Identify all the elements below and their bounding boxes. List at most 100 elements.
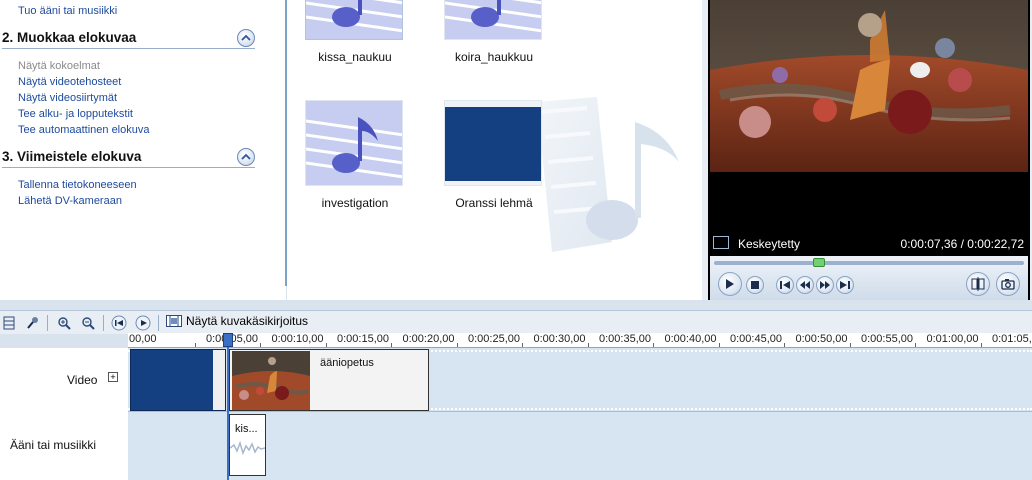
- seek-thumb[interactable]: [813, 258, 826, 267]
- storyboard-view-icon[interactable]: [0, 314, 18, 332]
- video-filmstrip-thumbnail: [444, 100, 542, 186]
- video-preview-frame[interactable]: [710, 0, 1028, 172]
- narrate-microphone-icon[interactable]: [24, 314, 42, 332]
- playhead-handle[interactable]: [223, 333, 233, 347]
- ruler-tick-label: 0:00:15,00: [337, 333, 389, 345]
- next-frame-end-button[interactable]: [836, 276, 854, 294]
- ruler-tick: [456, 343, 458, 347]
- ruler-tick-label: 0:00:40,00: [664, 333, 717, 345]
- ruler-tick: [325, 343, 327, 347]
- ruler-tick: [653, 343, 654, 347]
- expand-video-track-icon[interactable]: +: [108, 372, 118, 382]
- track-labels: Video + Ääni tai musiikki: [0, 348, 128, 480]
- import-audio-link[interactable]: Tuo ääni tai musiikki: [18, 5, 117, 17]
- toolbar-separator: [47, 315, 48, 331]
- section-finish-movie-title[interactable]: 3. Viimeistele elokuva: [2, 149, 141, 164]
- ruler-tick: [391, 343, 392, 347]
- video-track-label: Video: [67, 373, 98, 387]
- rewind-timeline-icon[interactable]: [110, 314, 128, 332]
- audio-clip-name: kis...: [235, 423, 258, 435]
- ruler-tick-label: 00,00: [129, 333, 157, 345]
- ruler-tick: [587, 343, 589, 347]
- collection-pane: kissa_naukuu koira_haukkuu investigation: [287, 0, 702, 300]
- preview-monitor: Keskeytetty 0:00:07,36 / 0:00:22,72: [702, 0, 1032, 300]
- timeline-toolbar: Näytä kuvakäsikirjoitus: [0, 310, 1032, 334]
- ruler-tick-label: 0:01:05,00: [992, 333, 1032, 345]
- take-picture-button[interactable]: [996, 272, 1020, 296]
- save-to-computer-link[interactable]: Tallenna tietokoneeseen: [18, 179, 137, 191]
- tasks-pane: Tuo ääni tai musiikki 2. Muokkaa elokuva…: [0, 0, 286, 300]
- toolbar-separator: [103, 315, 104, 331]
- ruler-tick: [194, 343, 196, 347]
- ruler-tick-label: 0:00:45,00: [730, 333, 782, 345]
- timeline-playhead: [227, 333, 229, 480]
- ruler-tick: [260, 343, 261, 347]
- video-track[interactable]: ääniopetus: [128, 348, 1032, 412]
- ruler-tick: [718, 343, 720, 347]
- ruler-tick: [980, 343, 982, 347]
- section-divider: [2, 48, 255, 49]
- music-note-watermark-icon: [537, 97, 679, 252]
- ruler-tick-label: 0:00:35,00: [599, 333, 651, 345]
- collapse-finish-section-icon[interactable]: [237, 148, 255, 166]
- video-clip-name: ääniopetus: [320, 357, 374, 369]
- section-divider: [2, 167, 255, 168]
- collection-clip-koira[interactable]: koira_haukkuu: [444, 0, 544, 64]
- clip-label: investigation: [321, 196, 389, 210]
- show-video-transitions-link[interactable]: Näytä videosiirtymät: [18, 92, 117, 104]
- ruler-tick-label: 0:00:25,00: [468, 333, 520, 345]
- ruler-tick-label: 0:00:55,00: [861, 333, 913, 345]
- fast-forward-button[interactable]: [816, 276, 834, 294]
- video-clip-oranssi-lehma[interactable]: [130, 349, 226, 411]
- audio-note-icon: [305, 100, 403, 186]
- filmstrip-icon: [166, 315, 182, 327]
- clip-label: koira_haukkuu: [454, 50, 534, 64]
- ruler-tick-label: 0:00:50,00: [795, 333, 848, 345]
- audio-waveform-icon: [230, 440, 265, 456]
- clip-label: kissa_naukuu: [318, 50, 392, 64]
- split-clip-button[interactable]: [966, 272, 990, 296]
- audio-note-icon: [305, 0, 403, 40]
- ruler-tick-label: 0:01:00,00: [926, 333, 979, 345]
- audio-note-icon: [444, 0, 542, 40]
- rewind-button[interactable]: [796, 276, 814, 294]
- audio-clip-kissa[interactable]: kis...: [229, 414, 266, 476]
- ruler-tick-label: 0:00:10,00: [271, 333, 324, 345]
- ruler-tick: [522, 343, 523, 347]
- playback-time: 0:00:07,36 / 0:00:22,72: [900, 237, 1024, 251]
- seek-bar[interactable]: [714, 261, 1024, 265]
- clip-label: Oranssi lehmä: [455, 196, 533, 210]
- collapse-edit-section-icon[interactable]: [237, 29, 255, 47]
- show-collections-link: Näytä kokoelmat: [18, 60, 100, 72]
- make-automovie-link[interactable]: Tee automaattinen elokuva: [18, 124, 149, 136]
- ruler-tick-label: 0:00:20,00: [402, 333, 455, 345]
- stop-button[interactable]: [746, 276, 764, 294]
- audio-track-label: Ääni tai musiikki: [10, 438, 97, 452]
- zoom-in-icon[interactable]: [55, 314, 73, 332]
- show-storyboard-button[interactable]: Näytä kuvakäsikirjoitus: [166, 314, 308, 328]
- show-storyboard-label: Näytä kuvakäsikirjoitus: [186, 314, 309, 328]
- audio-track[interactable]: kis...: [128, 412, 1032, 480]
- play-timeline-icon[interactable]: [134, 314, 152, 332]
- play-button[interactable]: [718, 272, 742, 296]
- toolbar-separator: [158, 315, 159, 331]
- ruler-tick-label: 0:00:30,00: [533, 333, 586, 345]
- expand-monitor-icon[interactable]: [713, 236, 729, 249]
- monitor-status-bar: Keskeytetty 0:00:07,36 / 0:00:22,72: [710, 232, 1028, 256]
- timeline-ruler[interactable]: 00,000:00:05,000:00:10,000:00:15,000:00:…: [128, 333, 1032, 348]
- clip-thumbnail: [232, 351, 310, 410]
- ruler-tick: [849, 343, 851, 347]
- collection-clip-oranssi-lehma[interactable]: Oranssi lehmä: [444, 100, 544, 210]
- show-video-effects-link[interactable]: Näytä videotehosteet: [18, 76, 121, 88]
- ruler-tick: [784, 343, 785, 347]
- monitor-controls: [710, 256, 1028, 300]
- collection-clip-kissa[interactable]: kissa_naukuu: [305, 0, 405, 64]
- zoom-out-icon[interactable]: [79, 314, 97, 332]
- collection-clip-investigation[interactable]: investigation: [305, 100, 405, 210]
- make-titles-credits-link[interactable]: Tee alku- ja lopputekstit: [18, 108, 133, 120]
- previous-frame-start-button[interactable]: [776, 276, 794, 294]
- video-clip-aaniopetus[interactable]: ääniopetus: [229, 349, 429, 411]
- send-to-dv-camera-link[interactable]: Lähetä DV-kameraan: [18, 195, 122, 207]
- ruler-tick: [915, 343, 916, 347]
- section-edit-movie-title[interactable]: 2. Muokkaa elokuvaa: [2, 30, 136, 45]
